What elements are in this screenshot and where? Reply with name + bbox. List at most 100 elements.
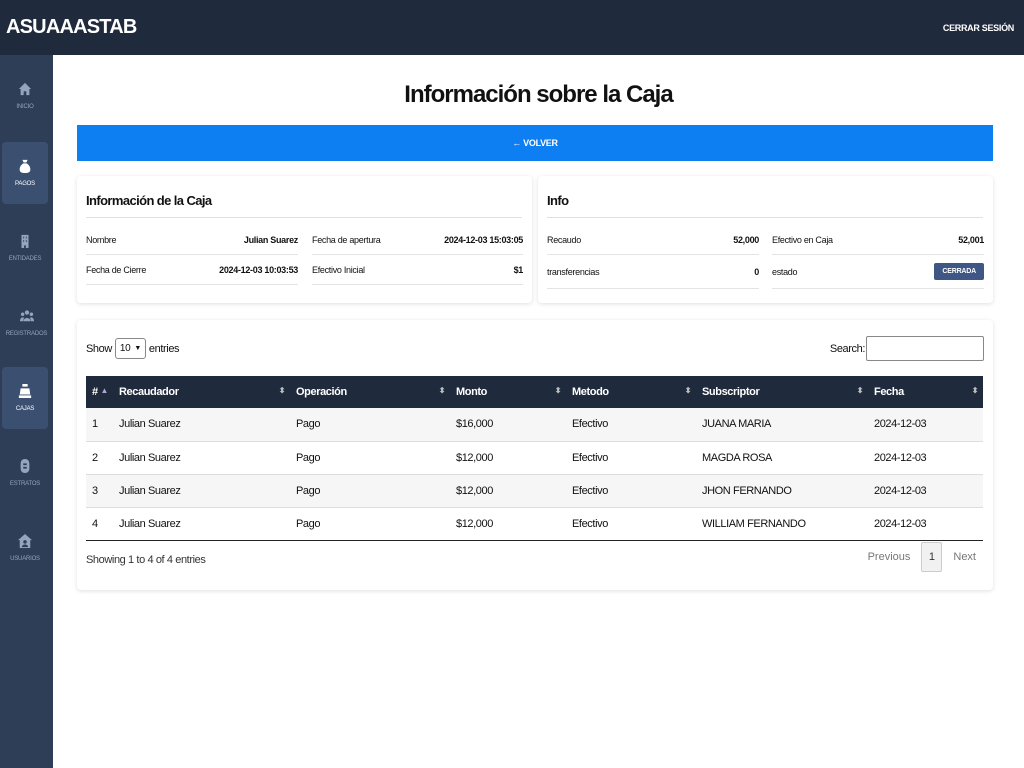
cell-metodo: Efectivo (566, 408, 696, 442)
cell-fecha: 2024-12-03 (868, 441, 983, 475)
sort-icon: ⬍ (554, 386, 562, 395)
cell-metodo: Efectivo (566, 474, 696, 508)
cell-recaudador: Julian Suarez (113, 507, 290, 541)
sort-icon: ⬍ (278, 386, 286, 395)
pagination: Previous 1 Next (859, 542, 985, 572)
sidebar: INICIO PAGOS ENTIDADES REGISTRADOS CAJAS… (0, 55, 53, 768)
back-button[interactable]: ← VOLVER (77, 125, 993, 161)
cell-metodo: Efectivo (566, 507, 696, 541)
recaudo-value: 52,000 (733, 234, 759, 245)
cell-number: 3 (86, 474, 113, 508)
column-header-fecha[interactable]: Fecha ⬍ (868, 376, 983, 408)
sidebar-item-usuarios[interactable]: USUARIOS (2, 517, 48, 579)
sidebar-item-inicio[interactable]: INICIO (2, 65, 48, 127)
sidebar-item-label: INICIO (16, 104, 34, 110)
divider (86, 217, 522, 218)
efectivo-caja-row: Efectivo en Caja 52,001 (772, 225, 984, 255)
cell-subscriptor: JHON FERNANDO (696, 474, 868, 508)
sidebar-item-entidades[interactable]: ENTIDADES (2, 217, 48, 279)
layers-icon (20, 459, 30, 473)
column-header-number[interactable]: # ▲ (86, 376, 113, 408)
top-navbar: ASUAAASTAB CERRAR SESIÓN (0, 0, 1024, 55)
previous-button[interactable]: Previous (859, 551, 920, 563)
divider (547, 217, 983, 218)
sidebar-item-estratos[interactable]: ESTRATOS (2, 442, 48, 504)
column-header-recaudador[interactable]: Recaudador ⬍ (113, 376, 290, 408)
home-icon (18, 82, 32, 96)
cierre-row: Fecha de Cierre 2024-12-03 10:03:53 (86, 255, 298, 285)
cell-fecha: 2024-12-03 (868, 408, 983, 442)
table-header-row: # ▲ Recaudador ⬍ Operación ⬍ Monto ⬍ Metodo ⬍… (86, 376, 983, 408)
next-button[interactable]: Next (944, 551, 985, 563)
cierre-value: 2024-12-03 10:03:53 (219, 264, 298, 275)
transferencias-row: transferencias 0 (547, 255, 759, 289)
cell-monto: $12,000 (450, 441, 566, 475)
efectivo-caja-value: 52,001 (958, 234, 984, 245)
sidebar-item-label: REGISTRADOS (5, 331, 48, 337)
efectivo-inicial-row: Efectivo Inicial $1 (312, 255, 523, 285)
column-header-metodo[interactable]: Metodo ⬍ (566, 376, 696, 408)
cell-operacion: Pago (290, 507, 450, 541)
cash-register-icon (18, 384, 32, 398)
cell-monto: $16,000 (450, 408, 566, 442)
sidebar-item-label: USUARIOS (10, 556, 40, 562)
cell-metodo: Efectivo (566, 441, 696, 475)
building-icon (21, 234, 29, 248)
estado-label: estado (772, 266, 798, 277)
payments-table-card: Show 10 ▼ entries Search: # ▲ Recaudador ⬍ … (77, 320, 993, 590)
status-badge: CERRADA (934, 263, 984, 280)
cell-recaudador: Julian Suarez (113, 441, 290, 475)
logout-button[interactable]: CERRAR SESIÓN (943, 23, 1014, 33)
money-bag-icon (19, 159, 31, 173)
cell-subscriptor: WILLIAM FERNANDO (696, 507, 868, 541)
apertura-value: 2024-12-03 15:03:05 (444, 234, 523, 245)
page-size-value: 10 (119, 343, 131, 354)
sidebar-item-label: PAGOS (15, 181, 35, 187)
nombre-label: Nombre (86, 234, 117, 245)
nombre-value: Julian Suarez (243, 234, 298, 245)
cell-operacion: Pago (290, 474, 450, 508)
caja-info-card: Información de la Caja Nombre Julian Sua… (77, 176, 532, 303)
apertura-row: Fecha de apertura 2024-12-03 15:03:05 (312, 225, 523, 255)
column-header-monto[interactable]: Monto ⬍ (450, 376, 566, 408)
sidebar-item-cajas[interactable]: CAJAS (2, 367, 48, 429)
nombre-row: Nombre Julian Suarez (86, 225, 298, 255)
info-card-title: Info (547, 193, 569, 208)
recaudo-row: Recaudo 52,000 (547, 225, 759, 255)
sidebar-item-label: ESTRATOS (9, 481, 41, 487)
recaudo-label: Recaudo (547, 234, 581, 245)
page-1-button[interactable]: 1 (921, 542, 943, 572)
sort-icon: ⬍ (684, 386, 692, 395)
efectivo-caja-label: Efectivo en Caja (772, 234, 833, 245)
sidebar-item-pagos[interactable]: PAGOS (2, 142, 48, 204)
table-row: 3 Julian Suarez Pago $12,000 Efectivo JH… (86, 474, 983, 508)
table-info: Showing 1 to 4 of 4 entries (86, 554, 206, 566)
column-header-operacion[interactable]: Operación ⬍ (290, 376, 450, 408)
sidebar-item-label: CAJAS (15, 406, 35, 412)
cell-recaudador: Julian Suarez (113, 474, 290, 508)
table-row: 2 Julian Suarez Pago $12,000 Efectivo MA… (86, 441, 983, 475)
brand-logo[interactable]: ASUAAASTAB (6, 16, 137, 39)
apertura-label: Fecha de apertura (312, 234, 381, 245)
show-label: Show (86, 342, 112, 355)
efectivo-inicial-label: Efectivo Inicial (312, 264, 365, 275)
sidebar-item-registrados[interactable]: REGISTRADOS (0, 292, 53, 354)
efectivo-inicial-value: $1 (513, 264, 524, 275)
page-size-select[interactable]: 10 ▼ (114, 338, 146, 359)
cell-fecha: 2024-12-03 (868, 474, 983, 508)
search-input[interactable] (866, 336, 984, 361)
table-row: 1 Julian Suarez Pago $16,000 Efectivo JU… (86, 408, 983, 442)
sort-icon: ▲ (100, 386, 108, 395)
page-title: Información sobre la Caja (404, 81, 673, 108)
table-row: 4 Julian Suarez Pago $12,000 Efectivo WI… (86, 507, 983, 541)
transferencias-value: 0 (754, 266, 759, 277)
sort-icon: ⬍ (856, 386, 864, 395)
sidebar-item-label: ENTIDADES (8, 256, 42, 262)
cell-subscriptor: JUANA MARIA (696, 408, 868, 442)
column-header-subscriptor[interactable]: Subscriptor ⬍ (696, 376, 868, 408)
transferencias-label: transferencias (547, 266, 600, 277)
cell-monto: $12,000 (450, 474, 566, 508)
cell-fecha: 2024-12-03 (868, 507, 983, 541)
cell-recaudador: Julian Suarez (113, 408, 290, 442)
chevron-down-icon: ▼ (134, 345, 141, 352)
